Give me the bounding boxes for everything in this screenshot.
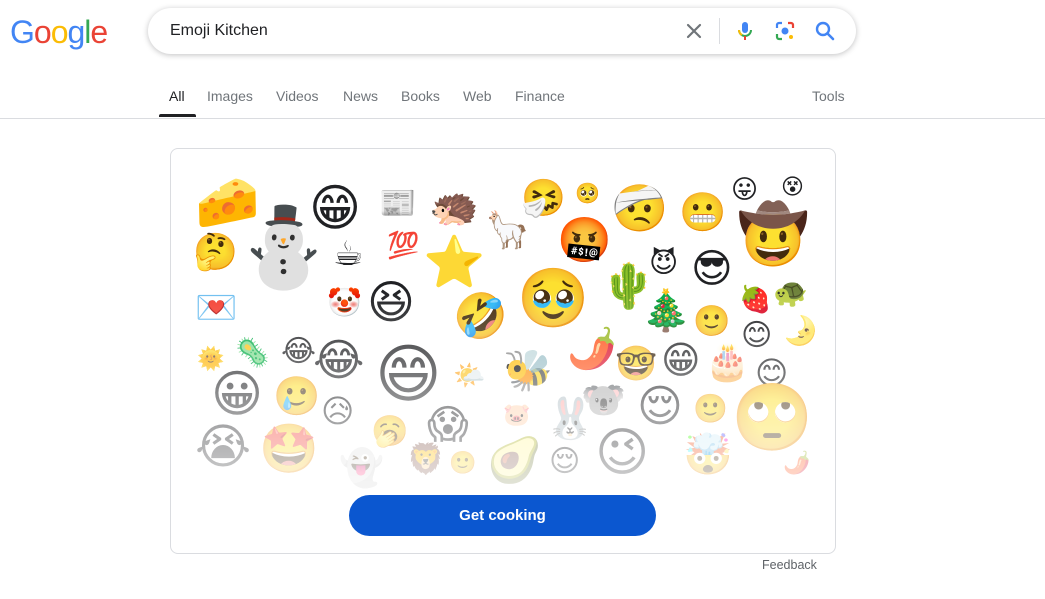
logo-letter: o <box>50 14 69 50</box>
worried-emoji: 😬 <box>679 190 727 234</box>
pleading-emoji: 🥺 <box>575 181 600 205</box>
feedback-link[interactable]: Feedback <box>762 558 817 572</box>
microphone-icon[interactable] <box>733 19 757 43</box>
big-grin-emoji: 😄 <box>375 338 442 412</box>
logo-letter: e <box>90 14 108 50</box>
sparkle-smile-emoji: 🤩 <box>259 421 319 477</box>
search-box <box>148 8 856 54</box>
thinking-emoji: 🤔 <box>193 232 238 273</box>
slight-smile-emoji: 🙂 <box>693 304 731 339</box>
tab-finance[interactable]: Finance <box>515 88 565 116</box>
scream-emoji: 😱 <box>427 402 469 448</box>
lion-emoji: 🦁 <box>407 442 445 477</box>
search-divider <box>719 18 720 44</box>
heart-letter-emoji: 💌 <box>195 288 238 328</box>
emoji-collage[interactable]: 🧀 ⛄ 😁 📰 🦔 🦙 🤧 🥺 🤕 😬 😛 🤠 😵 🤔 ☕ 💯 ⭐ 🤬 🌵 😈 … <box>171 149 835 489</box>
tab-web[interactable]: Web <box>463 88 492 116</box>
tools-button[interactable]: Tools <box>812 88 845 116</box>
cursing-emoji: 🤬 <box>557 215 612 266</box>
grinning-face-emoji: 😀 <box>211 365 264 423</box>
avocado-emoji: 🥑 <box>487 435 542 486</box>
tears-emoji: 😂 <box>313 335 365 386</box>
calm-emoji: 😌 <box>549 444 581 479</box>
clown-emoji: 🤡 <box>327 286 362 319</box>
tab-news[interactable]: News <box>343 88 378 116</box>
moon-emoji: 🌛 <box>783 314 818 347</box>
coffee-emoji: ☕ <box>333 234 364 274</box>
active-tab-indicator <box>159 114 196 117</box>
rabbit-emoji: 🐰 <box>545 396 595 442</box>
logo-letter: G <box>10 14 35 50</box>
tab-books[interactable]: Books <box>401 88 440 116</box>
hundred-emoji: 💯 <box>387 231 420 261</box>
lens-icon[interactable] <box>773 19 797 43</box>
star-emoji: ⭐ <box>423 233 486 291</box>
search-input[interactable] <box>170 20 650 42</box>
logo-letter: o <box>33 14 52 50</box>
small-chili-emoji: 🌶️ <box>783 451 811 476</box>
search-tabs: All Images Videos News Books Web Finance… <box>0 84 1045 118</box>
grin-emoji: 😁 <box>661 338 701 382</box>
chili-emoji: 🌶️ <box>567 326 617 372</box>
sad-emoji: 😥 <box>321 392 355 430</box>
tab-all[interactable]: All <box>169 88 185 116</box>
pig-emoji: 🐷 <box>503 403 531 428</box>
rolling-eyes-emoji: 🙄 <box>731 379 814 456</box>
cowboy-emoji: 🤠 <box>737 200 810 268</box>
tab-images[interactable]: Images <box>207 88 253 116</box>
bandage-face-emoji: 🤕 <box>611 181 669 235</box>
joy-emoji: 😂 <box>281 334 317 369</box>
smiling-emoji: 🙂 <box>693 392 728 425</box>
laughing-emoji: 😆 <box>367 275 415 329</box>
close-icon[interactable] <box>682 19 706 43</box>
search-icon[interactable] <box>813 19 837 43</box>
emoji-kitchen-card: 🧀 ⛄ 😁 📰 🦔 🦙 🤧 🥺 🤕 😬 😛 🤠 😵 🤔 ☕ 💯 ⭐ 🤬 🌵 😈 … <box>170 148 836 554</box>
wink-emoji: 😉 <box>595 423 650 483</box>
devil-emoji: 😈 <box>649 246 679 279</box>
newspaper-emoji: 📰 <box>379 186 417 221</box>
tab-videos[interactable]: Videos <box>276 88 319 116</box>
microbe-emoji: 🦠 <box>235 336 270 369</box>
hedgehog-emoji: 🦔 <box>429 184 479 230</box>
sunglasses-emoji: 😎 <box>691 246 733 292</box>
sneezing-emoji: 🤧 <box>521 178 566 219</box>
crying-hearts-emoji: 🥹 <box>517 264 590 332</box>
nerd-emoji: 🤓 <box>615 344 658 384</box>
tree-emoji: 🎄 <box>641 288 691 334</box>
bee-emoji: 🐝 <box>503 348 553 394</box>
turtle-emoji: 🐢 <box>773 276 808 309</box>
grinning-emoji: 😁 <box>309 179 362 237</box>
ghost-emoji: 👻 <box>339 448 384 489</box>
sobbing-emoji: 😭 <box>195 419 252 475</box>
cloud-sun-emoji: 🌤️ <box>453 361 486 391</box>
yawn-emoji: 🥱 <box>371 414 409 449</box>
get-cooking-button[interactable]: Get cooking <box>349 495 656 536</box>
tabs-divider <box>0 118 1045 119</box>
teary-emoji: 🥲 <box>273 374 321 418</box>
cake-emoji: 🎂 <box>705 342 750 383</box>
google-logo[interactable]: Google <box>10 14 108 50</box>
strawberry-emoji: 🍓 <box>739 285 772 315</box>
dizzy-emoji: 😵 <box>781 175 804 200</box>
exploding-head-emoji: 🤯 <box>683 432 733 478</box>
neutral-smile-emoji: 🙂 <box>449 451 477 476</box>
logo-letter: g <box>67 14 85 50</box>
rolling-laughing-emoji: 🤣 <box>453 291 508 342</box>
